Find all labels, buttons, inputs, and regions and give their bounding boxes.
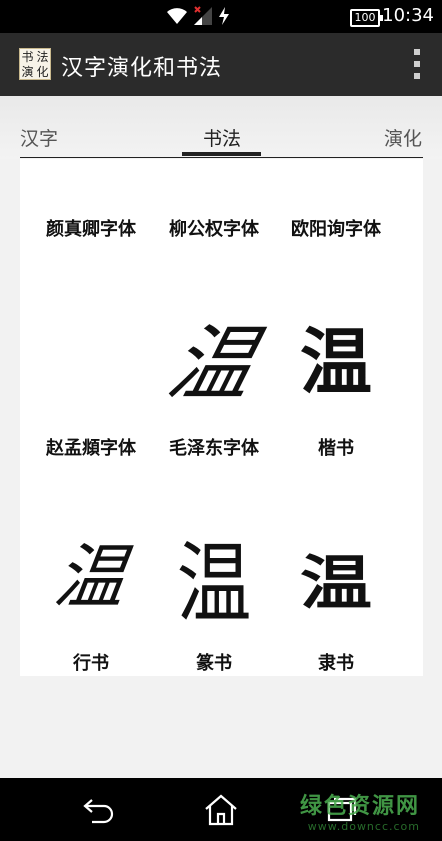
watermark-main: 绿色资源网	[299, 794, 420, 819]
calligraphy-sample: 温	[176, 532, 252, 635]
grid-item-zhuanshu[interactable]: 温 篆书	[147, 517, 281, 736]
grid-item-lishu[interactable]: 温 隶书	[269, 517, 403, 736]
calligraphy-sample: 温	[299, 319, 372, 404]
app-title: 汉字演化和书法	[61, 56, 223, 81]
grid-item-label: 毛泽东字体	[169, 438, 259, 459]
overflow-menu-icon[interactable]	[412, 49, 422, 79]
grid-item-label: 行书	[73, 653, 109, 674]
grid-item-mao-zedong[interactable]: 温 毛泽东字体	[147, 299, 281, 518]
app-logo-char: 法	[36, 49, 49, 64]
grid-item-label: 篆书	[196, 653, 232, 674]
status-time: 10:34	[382, 5, 434, 26]
grid-item-label: 柳公权字体	[169, 219, 259, 240]
grid-item-label: 楷书	[318, 438, 354, 459]
app-logo-char: 演	[21, 64, 34, 79]
signal-icon	[194, 6, 212, 25]
grid-item-label: 隶书	[318, 653, 354, 674]
home-icon[interactable]	[203, 794, 239, 826]
action-bar: 书 法 演 化 汉字演化和书法	[0, 33, 442, 96]
wifi-icon	[167, 8, 187, 24]
calligraphy-sample: 温	[299, 548, 372, 618]
navigation-bar: 绿色资源网 www.downcc.com	[0, 778, 442, 841]
tab-selected-indicator	[182, 152, 261, 156]
status-bar: 100 10:34	[0, 0, 442, 33]
tab-divider	[20, 157, 423, 158]
app-logo-char: 化	[36, 64, 49, 79]
tab-shufa[interactable]: 书法	[203, 124, 241, 151]
calligraphy-sample: 温	[49, 536, 131, 618]
back-icon[interactable]	[82, 794, 118, 824]
app-logo-icon: 书 法 演 化	[19, 48, 51, 80]
grid-item-label: 欧阳询字体	[291, 219, 381, 240]
app-logo-char: 书	[21, 49, 34, 64]
tab-hanzi[interactable]: 汉字	[20, 124, 58, 151]
battery-icon: 100	[350, 9, 383, 27]
charging-icon	[219, 7, 229, 25]
grid-item-kaishu[interactable]: 温 楷书	[269, 299, 403, 518]
grid-item-label: 颜真卿字体	[46, 219, 136, 240]
watermark: 绿色资源网 www.downcc.com	[300, 788, 420, 833]
grid-item-xingshu[interactable]: 温 行书	[24, 517, 158, 736]
grid-item-label: 赵孟頫字体	[46, 438, 136, 459]
tab-yanhua[interactable]: 演化	[384, 124, 422, 151]
tab-bar: 汉字 书法 演化	[0, 96, 442, 159]
watermark-url: www.downcc.com	[307, 820, 420, 833]
calligraphy-grid: 颜真卿字体 柳公权字体 欧阳询字体 赵孟頫字体 温 毛泽东字体 温 楷书 温 行…	[20, 159, 423, 676]
